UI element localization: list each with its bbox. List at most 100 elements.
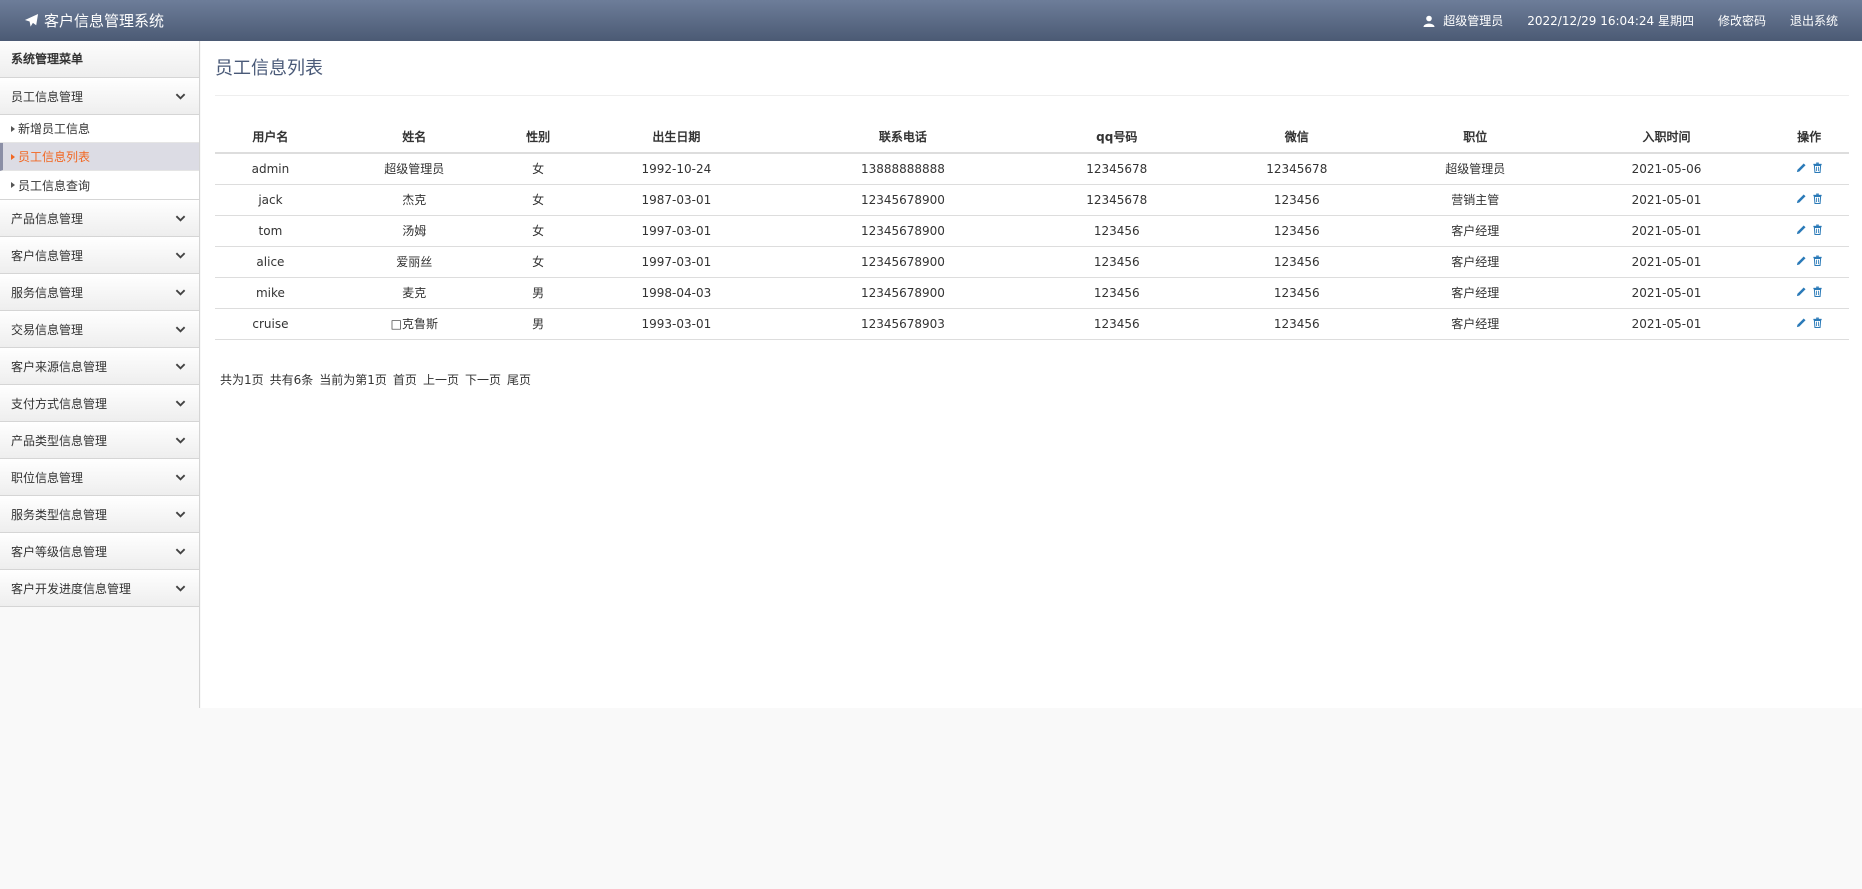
cell-actions xyxy=(1769,215,1849,247)
sidebar-section-label: 服务类型信息管理 xyxy=(11,507,108,522)
edit-icon[interactable] xyxy=(1796,224,1807,235)
sidebar-section-3[interactable]: 交易信息管理 xyxy=(0,311,199,348)
total-records: 共有6条 xyxy=(269,373,314,387)
table-row: cruise □克鲁斯男 1993-03-01 12345678903 123456 12… xyxy=(215,308,1849,340)
chevron-down-icon xyxy=(175,474,186,481)
cell-wechat: 12345678 xyxy=(1206,153,1387,185)
sidebar-section-9[interactable]: 客户等级信息管理 xyxy=(0,533,199,570)
user-icon xyxy=(1423,15,1435,27)
sidebar-section-5[interactable]: 支付方式信息管理 xyxy=(0,385,199,422)
cell-position: 营销主管 xyxy=(1386,184,1564,216)
cell-hire-date: 2021-05-01 xyxy=(1563,277,1770,309)
sidebar-section-7[interactable]: 职位信息管理 xyxy=(0,459,199,496)
column-header-phone: 联系电话 xyxy=(779,120,1027,154)
sidebar-section-label: 客户来源信息管理 xyxy=(11,359,108,374)
column-header-actions: 操作 xyxy=(1769,120,1849,154)
edit-icon[interactable] xyxy=(1796,317,1807,328)
sidebar-section-4[interactable]: 客户来源信息管理 xyxy=(0,348,199,385)
paper-plane-icon xyxy=(24,13,39,27)
chevron-down-icon xyxy=(175,585,186,592)
sidebar-section-8[interactable]: 服务类型信息管理 xyxy=(0,496,199,533)
cell-wechat: 123456 xyxy=(1206,184,1387,216)
next-page-link[interactable]: 下一页 xyxy=(465,371,501,388)
trash-icon[interactable] xyxy=(1812,317,1823,328)
sidebar-item-add-employee[interactable]: 新增员工信息 xyxy=(0,115,199,143)
chevron-down-icon xyxy=(175,437,186,444)
table-body: admin 超级管理员女 1992-10-24 13888888888 12345678… xyxy=(215,153,1849,340)
header-actions: 超级管理员 2022/12/29 16:04:24 星期四 修改密码 退出系统 xyxy=(1423,12,1862,29)
cell-position: 客户经理 xyxy=(1386,246,1564,278)
cell-username: jack xyxy=(215,184,326,216)
cell-qq: 123456 xyxy=(1026,308,1207,340)
cell-username: tom xyxy=(215,215,326,247)
cell-hire-date: 2021-05-01 xyxy=(1563,184,1770,216)
sidebar-section-2[interactable]: 服务信息管理 xyxy=(0,274,199,311)
sidebar-section-employee[interactable]: 员工信息管理 xyxy=(0,78,199,115)
sidebar-section-1[interactable]: 客户信息管理 xyxy=(0,237,199,274)
column-header-gender: 性别 xyxy=(502,120,574,154)
chevron-down-icon xyxy=(175,93,186,100)
cell-name: 超级管理员 xyxy=(325,153,503,185)
logout-link[interactable]: 退出系统 xyxy=(1790,12,1838,29)
first-page-link[interactable]: 首页 xyxy=(393,371,417,388)
user-name: 超级管理员 xyxy=(1443,14,1504,28)
column-header-birthdate: 出生日期 xyxy=(573,120,780,154)
prev-page-link[interactable]: 上一页 xyxy=(423,371,459,388)
sidebar-title: 系统管理菜单 xyxy=(0,41,199,78)
table-row: mike 麦克男 1998-04-03 12345678900 123456 123456… xyxy=(215,277,1849,309)
last-page-link[interactable]: 尾页 xyxy=(507,371,531,388)
edit-icon[interactable] xyxy=(1796,162,1807,173)
sidebar-section-0[interactable]: 产品信息管理 xyxy=(0,200,199,237)
sidebar-item-employee-list[interactable]: 员工信息列表 xyxy=(0,143,199,171)
edit-icon[interactable] xyxy=(1796,193,1807,204)
pagination: 共为1页 共有6条 当前为第1页 首页 上一页 下一页 尾页 xyxy=(220,371,531,388)
cell-position: 超级管理员 xyxy=(1386,153,1564,185)
sidebar-section-label: 职位信息管理 xyxy=(11,470,84,485)
change-password-link[interactable]: 修改密码 xyxy=(1718,12,1766,29)
cell-wechat: 123456 xyxy=(1206,215,1387,247)
cell-phone: 12345678900 xyxy=(779,184,1027,216)
sidebar-item-employee-query[interactable]: 员工信息查询 xyxy=(0,171,199,199)
trash-icon[interactable] xyxy=(1812,224,1823,235)
cell-wechat: 123456 xyxy=(1206,246,1387,278)
sidebar-section-label: 产品类型信息管理 xyxy=(11,433,108,448)
employee-submenu: 新增员工信息 员工信息列表 员工信息查询 xyxy=(0,115,199,200)
cell-name: 汤姆 xyxy=(325,215,503,247)
cell-qq: 12345678 xyxy=(1026,153,1207,185)
chevron-down-icon xyxy=(175,363,186,370)
chevron-down-icon xyxy=(175,548,186,555)
cell-birthdate: 1997-03-01 xyxy=(573,215,780,247)
top-bar: 客户信息管理系统 超级管理员 2022/12/29 16:04:24 星期四 修… xyxy=(0,0,1862,41)
cell-qq: 123456 xyxy=(1026,277,1207,309)
trash-icon[interactable] xyxy=(1812,162,1823,173)
sidebar-section-10[interactable]: 客户开发进度信息管理 xyxy=(0,570,199,607)
cell-hire-date: 2021-05-01 xyxy=(1563,308,1770,340)
current-user: 超级管理员 xyxy=(1423,12,1503,29)
app-title: 客户信息管理系统 xyxy=(44,12,165,30)
cell-name: 爱丽丝 xyxy=(325,246,503,278)
column-header-username: 用户名 xyxy=(215,120,326,154)
edit-icon[interactable] xyxy=(1796,255,1807,266)
cell-username: admin xyxy=(215,153,326,185)
app-brand: 客户信息管理系统 xyxy=(24,10,164,31)
cell-qq: 12345678 xyxy=(1026,184,1207,216)
cell-birthdate: 1997-03-01 xyxy=(573,246,780,278)
sidebar-item-label: 员工信息列表 xyxy=(18,150,91,164)
title-divider xyxy=(215,95,1849,96)
cell-phone: 12345678900 xyxy=(779,277,1027,309)
cell-position: 客户经理 xyxy=(1386,308,1564,340)
caret-right-icon xyxy=(11,125,15,132)
trash-icon[interactable] xyxy=(1812,286,1823,297)
column-header-name: 姓名 xyxy=(325,120,503,154)
trash-icon[interactable] xyxy=(1812,255,1823,266)
sidebar-section-6[interactable]: 产品类型信息管理 xyxy=(0,422,199,459)
employee-table: 用户名 姓名 性别 出生日期 联系电话 qq号码 微信 职位 入职时间 操作 admin 超级管理员… xyxy=(215,120,1849,340)
current-datetime: 2022/12/29 16:04:24 星期四 xyxy=(1527,14,1694,28)
cell-name: □克鲁斯 xyxy=(325,308,503,340)
column-header-hire-date: 入职时间 xyxy=(1563,120,1770,154)
cell-birthdate: 1987-03-01 xyxy=(573,184,780,216)
edit-icon[interactable] xyxy=(1796,286,1807,297)
cell-phone: 13888888888 xyxy=(779,153,1027,185)
trash-icon[interactable] xyxy=(1812,193,1823,204)
cell-wechat: 123456 xyxy=(1206,277,1387,309)
